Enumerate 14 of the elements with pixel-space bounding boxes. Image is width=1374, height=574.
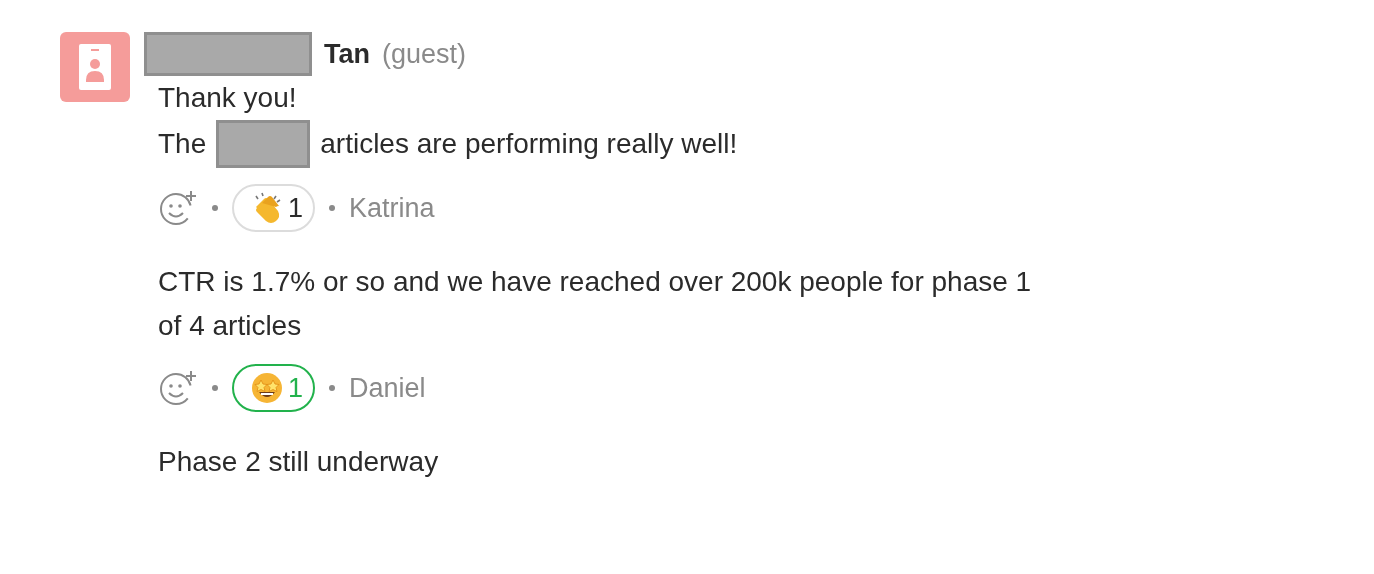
author-role: (guest): [382, 37, 467, 71]
message-text: Phase 2 still underway: [158, 446, 439, 477]
reactor-name: Katrina: [349, 191, 435, 225]
id-badge-icon: [79, 44, 111, 90]
reaction-pill[interactable]: 1: [232, 184, 316, 232]
author-name[interactable]: Tan: [324, 33, 370, 75]
star-eyes-face-icon: [250, 371, 284, 405]
message-text: CTR is 1.7% or so and we have reached over 200k people for phase 1 of 4 articles: [158, 266, 1032, 341]
message-text: The: [158, 127, 207, 161]
add-reaction-button[interactable]: [158, 369, 198, 407]
message-text: articles are performing really well!: [320, 127, 738, 161]
message-text: Thank you!: [158, 82, 297, 113]
add-reaction-button[interactable]: [158, 189, 198, 227]
reactor-name: Daniel: [349, 371, 426, 405]
